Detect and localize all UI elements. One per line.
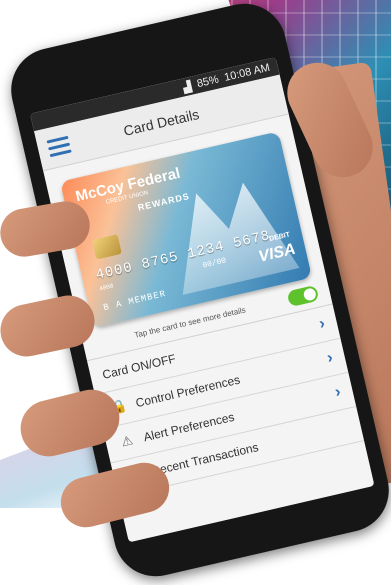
hamburger-menu-icon[interactable]: [46, 135, 72, 157]
card-holder-name: B A MEMBER: [102, 288, 168, 314]
card-on-off-toggle[interactable]: [286, 284, 320, 308]
warning-icon: ⚠: [119, 432, 135, 450]
signal-icon: ▟: [181, 80, 193, 94]
battery-level: 85%: [195, 73, 220, 91]
card-number-small: 4000: [98, 282, 115, 293]
card-chip-icon: [91, 234, 122, 260]
